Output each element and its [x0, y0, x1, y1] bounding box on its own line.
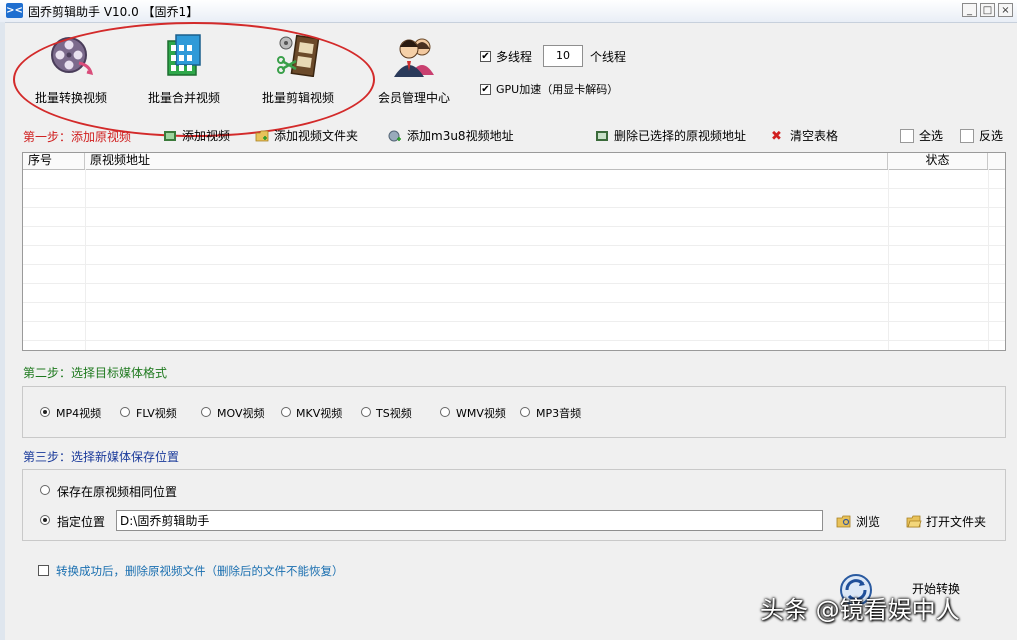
- table-row: [23, 321, 1005, 341]
- format-label-mp3: MP3音频: [536, 407, 582, 420]
- batch-convert-label: 批量转换视频: [34, 91, 107, 105]
- table-row: [23, 283, 1005, 303]
- format-label-mov: MOV视频: [217, 407, 265, 420]
- delete-selected-label: 删除已选择的原视频地址: [614, 129, 747, 143]
- film-delete-icon: [596, 131, 608, 141]
- gpu-checkbox[interactable]: ✔: [480, 84, 491, 95]
- minimize-button[interactable]: _: [962, 3, 977, 17]
- save-custom-label: 指定位置: [57, 515, 106, 529]
- format-label-mp4: MP4视频: [56, 407, 102, 420]
- browse-button[interactable]: 浏览: [836, 513, 880, 530]
- format-label-ts: TS视频: [376, 407, 412, 420]
- multithread-label: 多线程: [496, 50, 533, 64]
- batch-cut-label: 批量剪辑视频: [261, 91, 334, 105]
- add-video-button[interactable]: 添加视频: [163, 128, 230, 144]
- delete-after-label: 转换成功后，删除原视频文件（删除后的文件不能恢复）: [56, 564, 344, 578]
- select-all-label: 全选: [919, 129, 944, 143]
- format-label-wmv: WMV视频: [456, 407, 506, 420]
- open-folder-label: 打开文件夹: [926, 515, 987, 529]
- format-radio-flv[interactable]: [120, 407, 130, 417]
- select-all-button[interactable]: 全选: [900, 128, 943, 144]
- table-row: [23, 207, 1005, 227]
- column-header-index[interactable]: 序号: [23, 153, 85, 169]
- format-label-mkv: MKV视频: [296, 407, 343, 420]
- maximize-button[interactable]: □: [980, 3, 995, 17]
- browse-label: 浏览: [856, 515, 881, 529]
- add-folder-button[interactable]: 添加视频文件夹: [255, 128, 358, 144]
- window-title: 固乔剪辑助手 V10.0 【固乔1】: [28, 5, 199, 19]
- thread-unit-label: 个线程: [590, 50, 627, 64]
- save-same-label: 保存在原视频相同位置: [57, 485, 178, 499]
- save-custom-radio[interactable]: [40, 515, 50, 525]
- column-header-path[interactable]: 原视频地址: [85, 153, 888, 169]
- table-row: [23, 245, 1005, 265]
- invert-select-label: 反选: [979, 129, 1004, 143]
- video-table[interactable]: 序号 原视频地址 状态: [22, 152, 1006, 351]
- batch-cut-button[interactable]: 批量剪辑视频: [243, 33, 353, 113]
- add-video-label: 添加视频: [182, 129, 231, 143]
- open-folder-button[interactable]: 打开文件夹: [906, 513, 986, 530]
- folder-search-icon: [836, 515, 851, 528]
- multithread-checkbox[interactable]: ✔: [480, 51, 491, 62]
- film-cut-icon: [277, 34, 320, 77]
- page-icon: [900, 129, 914, 143]
- folder-open-icon: [906, 515, 922, 528]
- format-radio-mkv[interactable]: [281, 407, 291, 417]
- table-row: [23, 188, 1005, 208]
- batch-convert-button[interactable]: 批量转换视频: [16, 33, 126, 113]
- folder-add-icon: [255, 130, 269, 142]
- delete-selected-button[interactable]: 删除已选择的原视频地址: [595, 128, 746, 144]
- invert-select-button[interactable]: 反选: [960, 128, 1003, 144]
- table-row: [23, 302, 1005, 322]
- film-add-icon: [164, 131, 176, 141]
- format-radio-wmv[interactable]: [440, 407, 450, 417]
- batch-merge-label: 批量合并视频: [147, 91, 220, 105]
- step1-label: 第一步：添加原视频: [23, 130, 132, 144]
- format-radio-mov[interactable]: [201, 407, 211, 417]
- member-center-label: 会员管理中心: [377, 91, 450, 105]
- link-add-icon: [388, 130, 401, 142]
- delete-after-checkbox[interactable]: [38, 565, 49, 576]
- merge-film-icon: [167, 34, 201, 76]
- gpu-label: GPU加速（用显卡解码）: [496, 83, 619, 96]
- left-edge: [0, 22, 5, 640]
- table-row: [23, 169, 1005, 189]
- table-row: [23, 226, 1005, 246]
- add-m3u8-label: 添加m3u8视频地址: [407, 129, 514, 143]
- close-red-icon: ✖: [771, 129, 782, 144]
- table-row: [23, 264, 1005, 284]
- batch-merge-button[interactable]: 批量合并视频: [129, 33, 239, 113]
- add-m3u8-button[interactable]: 添加m3u8视频地址: [388, 128, 514, 144]
- column-header-status[interactable]: 状态: [888, 153, 988, 169]
- format-radio-ts[interactable]: [361, 407, 371, 417]
- format-label-flv: FLV视频: [136, 407, 177, 420]
- close-button[interactable]: ×: [998, 3, 1013, 17]
- page-icon: [960, 129, 974, 143]
- format-radio-mp4[interactable]: [40, 407, 50, 417]
- clear-table-button[interactable]: ✖ 清空表格: [771, 128, 838, 144]
- app-icon: ><: [6, 3, 23, 18]
- save-path-input[interactable]: D:\固乔剪辑助手: [116, 510, 823, 531]
- thread-count-input[interactable]: 10: [543, 45, 583, 67]
- film-reel-icon: [51, 37, 93, 76]
- watermark: 头条 @镜看娱中人: [760, 596, 960, 624]
- step3-label: 第三步：选择新媒体保存位置: [23, 450, 180, 464]
- member-center-button[interactable]: 会员管理中心: [359, 33, 469, 113]
- step2-label: 第二步：选择目标媒体格式: [23, 366, 168, 380]
- save-same-radio[interactable]: [40, 485, 50, 495]
- format-radio-mp3[interactable]: [520, 407, 530, 417]
- clear-table-label: 清空表格: [790, 129, 839, 143]
- add-folder-label: 添加视频文件夹: [274, 129, 359, 143]
- user-icon: [394, 38, 434, 77]
- table-header: 序号 原视频地址 状态: [23, 153, 1005, 170]
